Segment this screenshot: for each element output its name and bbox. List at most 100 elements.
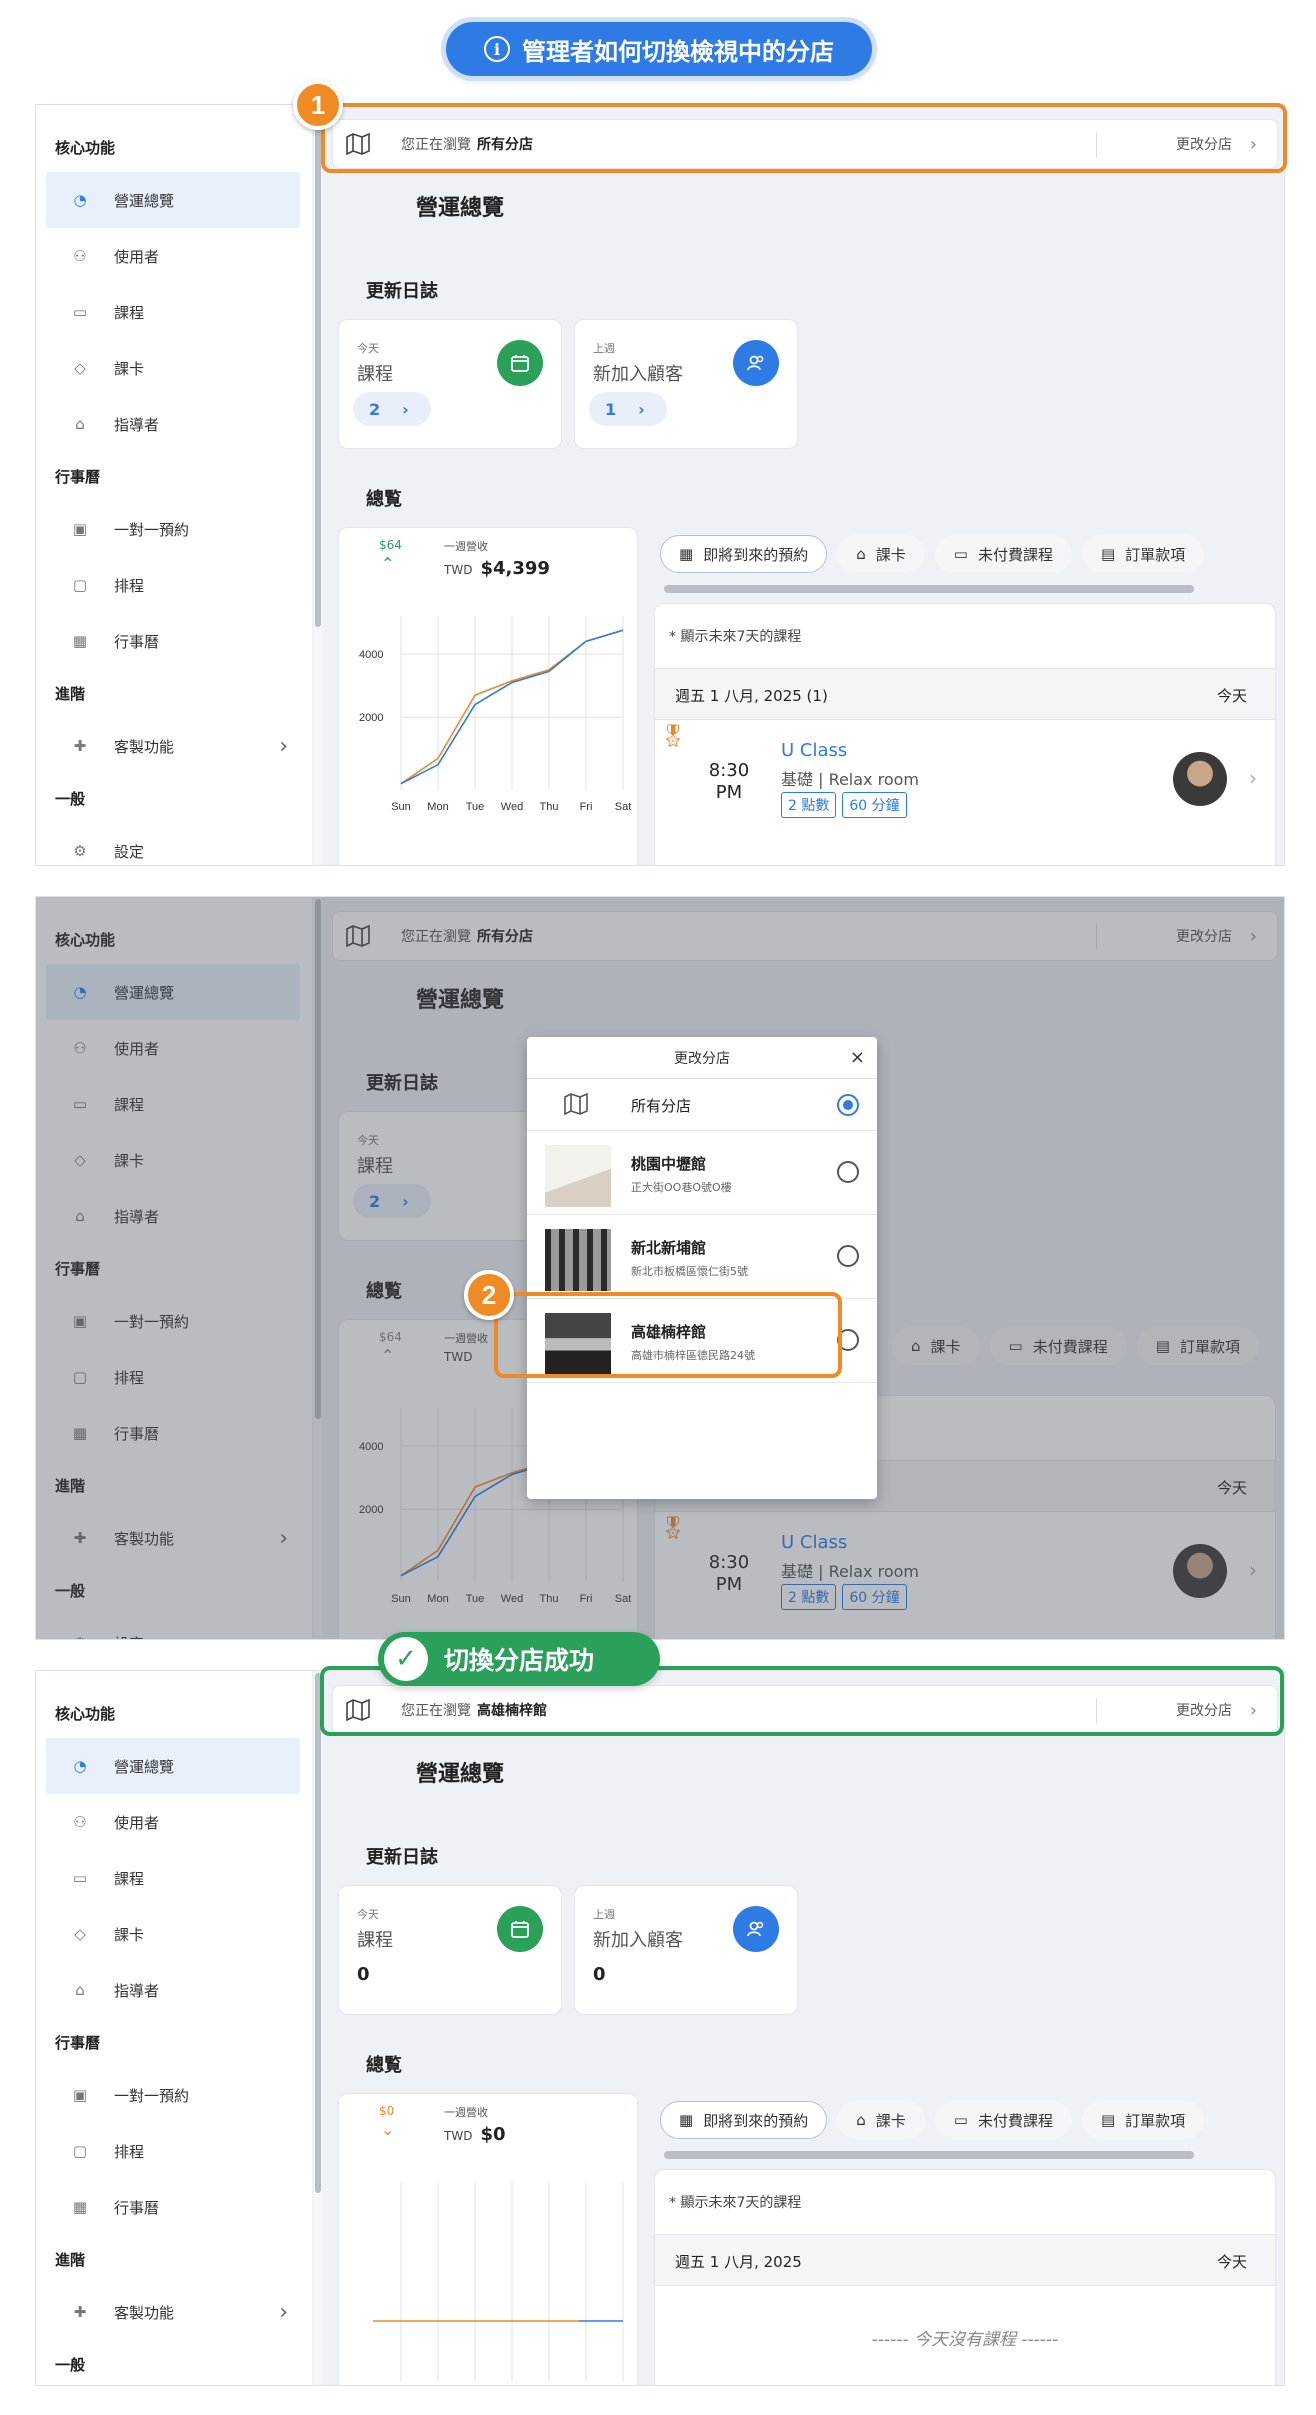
gear-icon: ⚙ xyxy=(73,842,87,860)
sidebar-item-label: 排程 xyxy=(114,576,145,595)
chevron-right-icon[interactable]: › xyxy=(279,734,288,759)
overview-heading: 總覧 xyxy=(366,489,402,510)
branch-photo xyxy=(545,1145,611,1207)
sidebar-item[interactable]: ✚ 客製功能 › xyxy=(36,2284,312,2340)
tab-cards[interactable]: ⌂ 課卡 xyxy=(837,2101,925,2139)
sidebar-item[interactable]: ⚙ 設定 xyxy=(36,823,312,865)
sidebar-scrollbar[interactable] xyxy=(314,105,322,865)
tab-upcoming[interactable]: ▦ 即將到來的預約 xyxy=(660,535,828,573)
sidebar-item[interactable]: ▭ 課程 xyxy=(36,1850,312,1906)
instructor-avatar[interactable] xyxy=(1173,752,1227,806)
sidebar-item[interactable]: ▢ 排程 xyxy=(36,2123,312,2179)
tab-scrollbar[interactable] xyxy=(664,585,1194,593)
presentation-icon: ▭ xyxy=(72,303,88,321)
sidebar-item[interactable]: ⚇ 使用者 xyxy=(36,228,312,284)
radio-selected[interactable] xyxy=(837,1094,859,1116)
x-tick-label: Sun xyxy=(391,801,411,813)
chevron-right-icon[interactable]: › xyxy=(279,2300,288,2325)
sidebar-item-label: 一對一預約 xyxy=(114,520,190,539)
sidebar-section-heading: 行事曆 xyxy=(55,2034,101,2052)
calendar-31-icon: ▣ xyxy=(72,520,88,538)
sidebar-item[interactable]: ⌂ 指導者 xyxy=(36,396,312,452)
step-1-badge: 1 xyxy=(293,80,343,130)
guide-title: i 管理者如何切換檢視中的分店 xyxy=(446,22,872,76)
sidebar-scrollbar[interactable] xyxy=(314,1671,322,2385)
sidebar-item[interactable]: ◔ 營運總覽 xyxy=(46,1738,300,1794)
sidebar-section-heading: 行事曆 xyxy=(55,468,101,486)
sidebar-section-heading: 進階 xyxy=(55,2251,86,2269)
tab-unpaid[interactable]: ▭ 未付費課程 xyxy=(934,535,1072,573)
screenshot-result: 核心功能 ◔ 營運總覽 ⚇ 使用者 ▭ 課程 ◇ 課卡 ⌂ 指導者 行事曆 ▣ 一對一預約 ▢ 排程 ▦ 行事曆進… xyxy=(35,1670,1285,2386)
sidebar-item-label: 課卡 xyxy=(114,359,145,378)
sidebar-item-label: 課卡 xyxy=(114,1925,145,1944)
new-clients-card[interactable]: 上週 新加入顧客 0 xyxy=(574,1885,798,2015)
x-tick-label: Sat xyxy=(615,801,632,813)
tag-icon: ⌂ xyxy=(856,545,866,563)
sidebar-section-heading: 一般 xyxy=(55,2356,86,2374)
classes-count-pill[interactable]: 2 › xyxy=(353,392,431,426)
sidebar-item[interactable]: ▣ 一對一預約 xyxy=(36,501,312,557)
radio-unselected[interactable] xyxy=(837,1161,859,1183)
sidebar-item[interactable]: ⚇ 使用者 xyxy=(36,1794,312,1850)
schedule-list: * 顯示未來7天的課程 週五 1 八月, 2025 今天 ------ 今天沒有課… xyxy=(654,2169,1276,2385)
x-tick-label: Thu xyxy=(540,801,559,813)
sidebar-item[interactable]: ◔ 營運總覽 xyxy=(46,172,300,228)
gift-icon: ✚ xyxy=(73,737,87,755)
sidebar-item-label: 使用者 xyxy=(114,247,160,266)
calendar-icon: ▢ xyxy=(72,576,88,594)
sidebar-item-label: 指導者 xyxy=(114,415,160,434)
branch-option-taoyuan[interactable]: 桃園中壢館 正大街OO巷O號O樓 xyxy=(527,1131,877,1215)
tab-cards[interactable]: ⌂ 課卡 xyxy=(837,535,925,573)
classes-card[interactable]: 今天 課程 2 › xyxy=(338,319,562,449)
branch-photo xyxy=(545,1229,611,1291)
revenue-line-chart: 2000 4000 Sun Mon Tue Wed Thu Fri Sat xyxy=(359,616,632,813)
updates-heading: 更新日誌 xyxy=(366,281,438,302)
sidebar-item-label: 排程 xyxy=(114,2142,145,2161)
branch-option-all[interactable]: 所有分店 xyxy=(527,1079,877,1131)
screenshot-step-1: 核心功能 ◔ 營運總覽 ⚇ 使用者 ▭ 課程 ◇ 課卡 ⌂ 指導者 行事曆 ▣ 一對一預約 ▢ 排程 ▦ 行事曆進… xyxy=(35,104,1285,866)
sidebar-item[interactable]: ⌂ 指導者 xyxy=(36,1962,312,2018)
highlight-kaohsiung-option xyxy=(494,1292,842,1378)
calendar-icon xyxy=(497,1906,543,1952)
tag-icon: ◇ xyxy=(74,359,86,377)
new-clients-card[interactable]: 上週 新加入顧客 1 › xyxy=(574,319,798,449)
screen-icon: ▭ xyxy=(953,545,968,563)
sidebar-item-label: 課程 xyxy=(114,1869,145,1888)
new-clients-count: 0 xyxy=(593,1964,606,1985)
sidebar-item[interactable]: ▦ 行事曆 xyxy=(36,2179,312,2235)
main-content: 您正在瀏覽 高雄楠梓館 更改分店 › 營運總覽 更新日誌 今天 課程 0 上週 新… xyxy=(326,1671,1284,2385)
map-icon xyxy=(563,1092,589,1119)
change-branch-modal: 更改分店 × 所有分店 桃園中壢館 正大街OO巷O號O樓 新北新埔館 新北市板橋區… xyxy=(527,1037,877,1499)
tab-unpaid[interactable]: ▭ 未付費課程 xyxy=(934,2101,1072,2139)
sidebar-item[interactable]: ▣ 一對一預約 xyxy=(36,2067,312,2123)
tab-orders[interactable]: ▤ 訂單款項 xyxy=(1081,535,1205,573)
radio-unselected[interactable] xyxy=(837,1245,859,1267)
new-clients-count-pill[interactable]: 1 › xyxy=(589,392,667,426)
chevron-right-icon[interactable]: › xyxy=(1249,766,1257,790)
tab-scrollbar[interactable] xyxy=(664,2151,1194,2159)
tab-strip: ▦ 即將到來的預約 ⌂ 課卡 ▭ 未付費課程 ▤ 訂單款項 xyxy=(660,2101,1205,2139)
sidebar-item[interactable]: ✚ 客製功能 › xyxy=(36,718,312,774)
sidebar-item[interactable]: ▭ 課程 xyxy=(36,284,312,340)
classes-card[interactable]: 今天 課程 0 xyxy=(338,1885,562,2015)
sidebar: 核心功能 ◔ 營運總覽 ⚇ 使用者 ▭ 課程 ◇ 課卡 ⌂ 指導者行事曆 ▣ 一對一預約 ▢ 排程 ▦ 行事曆進… xyxy=(36,1671,312,2385)
users-icon xyxy=(733,340,779,386)
screen-icon: ▭ xyxy=(953,2111,968,2129)
tab-upcoming[interactable]: ▦ 即將到來的預約 xyxy=(660,2101,828,2139)
tag-icon: ⌂ xyxy=(856,2111,866,2129)
revenue-line-chart xyxy=(373,2182,624,2381)
y-tick-label: 2000 xyxy=(359,712,383,724)
sidebar: 核心功能 ◔ 營運總覽 ⚇ 使用者 ▭ 課程 ◇ 課卡 ⌂ 指導者 行事曆 ▣ 一對一預約 ▢ 排程 ▦ 行事曆進… xyxy=(36,105,312,865)
screenshot-step-2: 核心功能 ◔ 營運總覽 ⚇ 使用者 ▭ 課程 ◇ 課卡 ⌂ 指導者 行事曆 ▣ 一對一預約 ▢ 排程 ▦ 行事曆進… xyxy=(35,896,1285,1640)
close-icon[interactable]: × xyxy=(850,1047,865,1068)
sidebar-section-heading: 核心功能 xyxy=(55,1705,116,1723)
success-banner: ✓ 切換分店成功 xyxy=(378,1632,660,1686)
tab-orders[interactable]: ▤ 訂單款項 xyxy=(1081,2101,1205,2139)
class-title-link[interactable]: U Class xyxy=(781,740,847,761)
sidebar-item[interactable]: ▢ 排程 xyxy=(36,557,312,613)
sidebar-item[interactable]: ◇ 課卡 xyxy=(36,340,312,396)
x-tick-label: Fri xyxy=(580,801,593,813)
branch-option-xinbei[interactable]: 新北新埔館 新北市板橋區懷仁街5號 xyxy=(527,1215,877,1299)
sidebar-item[interactable]: ▦ 行事曆 xyxy=(36,613,312,669)
sidebar-item[interactable]: ◇ 課卡 xyxy=(36,1906,312,1962)
